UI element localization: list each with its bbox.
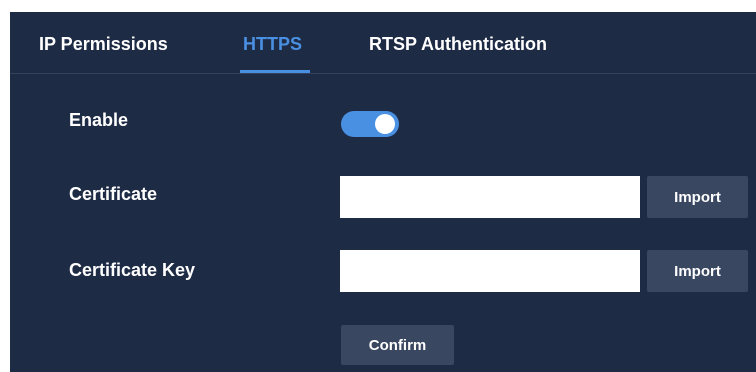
certificate-key-label: Certificate Key (69, 260, 196, 280)
tab-https[interactable]: HTTPS (243, 34, 302, 55)
tab-bar: IP Permissions HTTPS RTSP Authentication (10, 12, 756, 74)
settings-panel: IP Permissions HTTPS RTSP Authentication… (10, 12, 756, 372)
enable-label: Enable (69, 110, 129, 130)
active-tab-indicator (240, 70, 310, 73)
toggle-switch-icon (375, 114, 395, 134)
enable-toggle[interactable] (341, 111, 399, 137)
certificate-key-input[interactable] (340, 250, 640, 292)
import-certificate-button[interactable]: Import (647, 176, 748, 218)
tab-ip-permissions[interactable]: IP Permissions (39, 34, 168, 55)
certificate-label: Certificate (69, 184, 158, 204)
certificate-input[interactable] (340, 176, 640, 218)
tab-rtsp-authentication[interactable]: RTSP Authentication (369, 34, 547, 55)
page-background: IP Permissions HTTPS RTSP Authentication… (0, 0, 756, 372)
import-certificate-key-button[interactable]: Import (647, 250, 748, 292)
confirm-button[interactable]: Confirm (341, 325, 454, 365)
